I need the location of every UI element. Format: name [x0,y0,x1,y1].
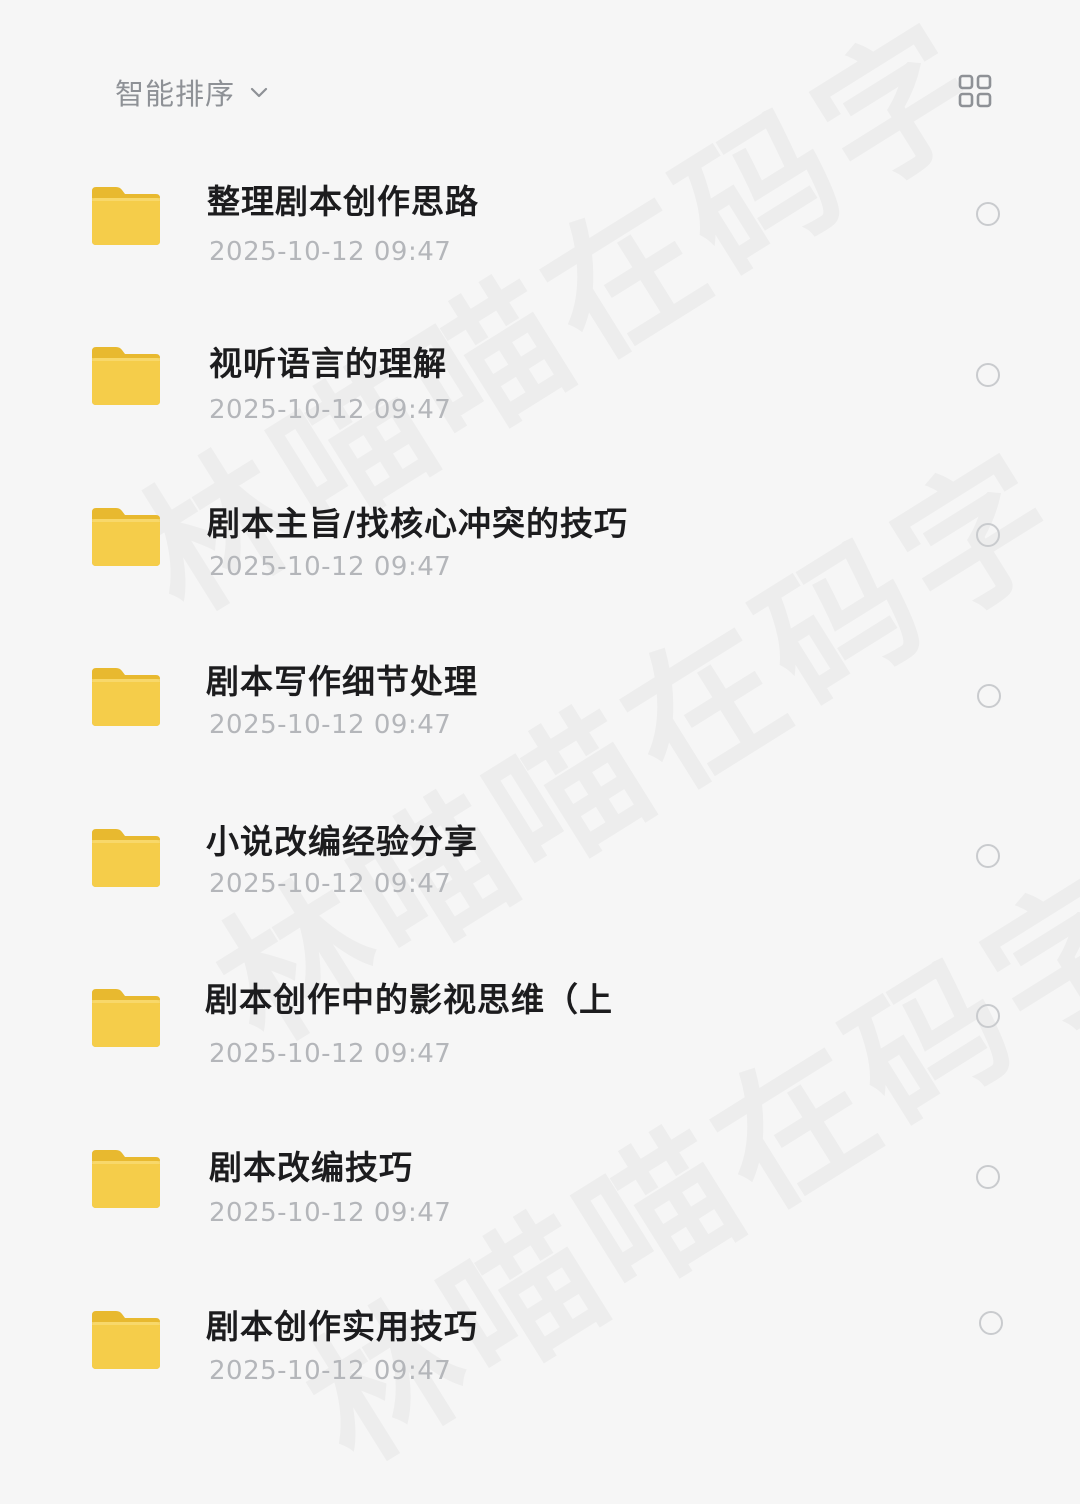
folder-name: 视听语言的理解 [209,344,447,383]
select-radio[interactable] [979,1311,1003,1335]
folder-date: 2025-10-12 09:47 [209,1356,452,1386]
select-radio[interactable] [976,523,1000,547]
folder-icon [92,989,160,1047]
folder-date: 2025-10-12 09:47 [209,1198,452,1228]
chevron-down-icon [250,87,268,98]
folder-icon [92,668,160,726]
folder-name: 剧本写作细节处理 [206,662,478,701]
toolbar: 智能排序 [0,0,1080,170]
sort-dropdown[interactable]: 智能排序 [115,70,271,114]
folder-icon [92,829,160,887]
folder-date: 2025-10-12 09:47 [209,1039,452,1069]
folder-date: 2025-10-12 09:47 [209,710,452,740]
folder-icon [92,1150,160,1208]
select-radio[interactable] [976,1004,1000,1028]
folder-icon [92,187,160,245]
folder-name: 小说改编经验分享 [206,822,478,861]
folder-icon [92,508,160,566]
select-radio[interactable] [976,363,1000,387]
sort-label: 智能排序 [115,77,236,111]
select-radio[interactable] [976,844,1000,868]
folder-name: 剧本主旨/找核心冲突的技巧 [207,504,629,543]
grid-view-icon[interactable] [957,73,993,109]
select-radio[interactable] [977,684,1001,708]
folder-name: 剧本创作中的影视思维（上 [205,980,613,1019]
folder-name: 整理剧本创作思路 [207,182,479,221]
folder-name: 剧本创作实用技巧 [206,1307,478,1346]
folder-icon [92,1311,160,1369]
folder-date: 2025-10-12 09:47 [209,237,452,267]
select-radio[interactable] [976,1165,1000,1189]
folder-date: 2025-10-12 09:47 [209,869,452,899]
select-radio[interactable] [976,202,1000,226]
folder-name: 剧本改编技巧 [209,1148,413,1187]
folder-date: 2025-10-12 09:47 [209,395,452,425]
folder-icon [92,347,160,405]
folder-date: 2025-10-12 09:47 [209,552,452,582]
